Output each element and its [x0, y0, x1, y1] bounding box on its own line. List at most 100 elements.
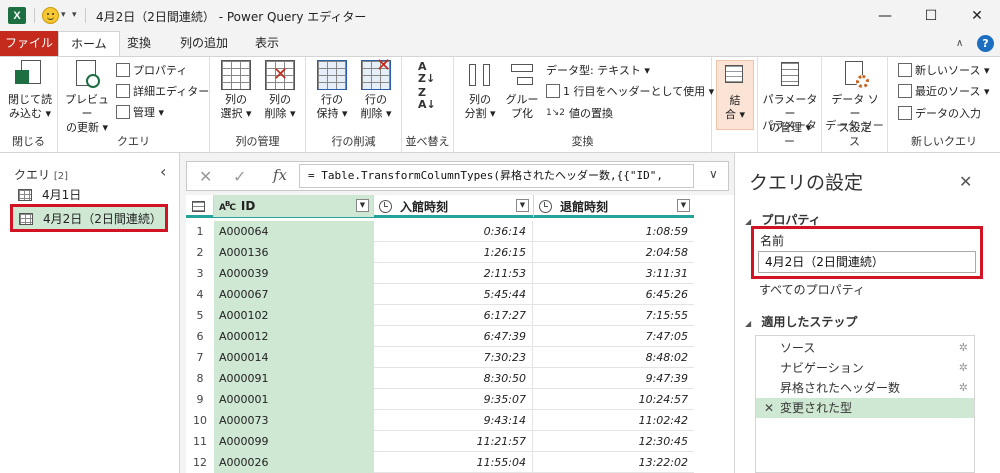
formula-input[interactable]: = Table.TransformColumnTypes(昇格されたヘッダー数,… — [299, 164, 694, 188]
collapse-ribbon-icon[interactable]: ∧ — [956, 38, 963, 49]
cell-exit-time[interactable]: 11:02:42 — [534, 410, 694, 431]
cell-id[interactable]: A000102 — [214, 305, 374, 326]
cell-exit-time[interactable]: 10:24:57 — [534, 389, 694, 410]
table-row[interactable]: 12 A000026 11:55:04 13:22:02 — [186, 452, 694, 473]
table-row[interactable]: 2 A000136 1:26:15 2:04:58 — [186, 242, 694, 263]
table-row[interactable]: 10 A000073 9:43:14 11:02:42 — [186, 410, 694, 431]
cell-entry-time[interactable]: 11:55:04 — [374, 452, 533, 473]
cell-id[interactable]: A000001 — [214, 389, 374, 410]
cell-exit-time[interactable]: 7:47:05 — [534, 326, 694, 347]
applied-steps-section[interactable]: ◢ 適用したステップ — [745, 313, 857, 330]
gear-icon[interactable]: ✲ — [959, 358, 968, 378]
customize-quick-access-icon[interactable]: ▾ — [72, 10, 77, 20]
replace-values-button[interactable]: 1↘2 値の置換 — [546, 104, 613, 122]
cell-id[interactable]: A000064 — [214, 221, 374, 242]
cell-id[interactable]: A000136 — [214, 242, 374, 263]
gear-icon[interactable]: ✲ — [959, 338, 968, 358]
query-name-input[interactable]: 4月2日（2日間連続） — [758, 251, 976, 273]
cell-id[interactable]: A000073 — [214, 410, 374, 431]
manage-button[interactable]: 管理 ▾ — [116, 103, 164, 121]
cancel-formula-icon[interactable]: ✕ — [199, 167, 212, 186]
sort-descending-icon[interactable]: Z A↓ — [418, 87, 436, 111]
cell-id[interactable]: A000014 — [214, 347, 374, 368]
cell-exit-time[interactable]: 12:30:45 — [534, 431, 694, 452]
properties-button[interactable]: プロパティ — [116, 61, 187, 79]
query-item-apr2-selected[interactable]: 4月2日（2日間連続） — [10, 204, 168, 232]
column-header-id[interactable]: ABC ID ▼ — [214, 195, 374, 217]
keep-rows-button[interactable]: 行の 保持 ▾ — [312, 60, 352, 121]
cell-entry-time[interactable]: 8:30:50 — [374, 368, 533, 389]
cell-id[interactable]: A000091 — [214, 368, 374, 389]
delete-step-icon[interactable]: ✕ — [764, 398, 774, 418]
table-row[interactable]: 3 A000039 2:11:53 3:11:31 — [186, 263, 694, 284]
advanced-editor-button[interactable]: 詳細エディター — [116, 82, 209, 100]
close-settings-icon[interactable]: ✕ — [959, 172, 972, 191]
step-navigation[interactable]: ナビゲーション ✲ — [756, 358, 974, 378]
cell-exit-time[interactable]: 8:48:02 — [534, 347, 694, 368]
filter-dropdown-icon[interactable]: ▼ — [356, 199, 369, 212]
filter-dropdown-icon[interactable]: ▼ — [516, 199, 529, 212]
data-type-dropdown[interactable]: データ型: テキスト ▾ — [546, 61, 650, 79]
chevron-down-icon[interactable]: ▾ — [61, 10, 66, 20]
cell-exit-time[interactable]: 7:15:55 — [534, 305, 694, 326]
column-header-entry-time[interactable]: 入館時刻 ▼ — [374, 195, 534, 217]
filter-dropdown-icon[interactable]: ▼ — [677, 199, 690, 212]
table-row[interactable]: 5 A000102 6:17:27 7:15:55 — [186, 305, 694, 326]
step-source[interactable]: ソース ✲ — [756, 338, 974, 358]
refresh-preview-button[interactable]: プレビュー の更新 ▾ — [62, 60, 112, 135]
tab-transform[interactable]: 変換 — [115, 31, 163, 56]
table-row[interactable]: 7 A000014 7:30:23 8:48:02 — [186, 347, 694, 368]
cell-exit-time[interactable]: 1:08:59 — [534, 221, 694, 242]
cell-entry-time[interactable]: 0:36:14 — [374, 221, 533, 242]
table-row[interactable]: 4 A000067 5:45:44 6:45:26 — [186, 284, 694, 305]
maximize-button[interactable]: ☐ — [908, 0, 954, 31]
table-row[interactable]: 8 A000091 8:30:50 9:47:39 — [186, 368, 694, 389]
tab-add-column[interactable]: 列の追加 — [168, 31, 240, 56]
cell-exit-time[interactable]: 6:45:26 — [534, 284, 694, 305]
table-row[interactable]: 9 A000001 9:35:07 10:24:57 — [186, 389, 694, 410]
use-first-row-as-headers-button[interactable]: 1 行目をヘッダーとして使用 ▾ — [546, 82, 714, 100]
cell-id[interactable]: A000099 — [214, 431, 374, 452]
cell-entry-time[interactable]: 7:30:23 — [374, 347, 533, 368]
table-row[interactable]: 11 A000099 11:21:57 12:30:45 — [186, 431, 694, 452]
step-promoted-headers[interactable]: 昇格されたヘッダー数 ✲ — [756, 378, 974, 398]
cell-entry-time[interactable]: 6:47:39 — [374, 326, 533, 347]
cell-exit-time[interactable]: 9:47:39 — [534, 368, 694, 389]
remove-rows-button[interactable]: ✕ 行の 削除 ▾ — [356, 57, 396, 121]
smiley-feedback-icon[interactable] — [42, 7, 59, 24]
query-item-apr1[interactable]: 4月1日 — [18, 186, 81, 203]
expand-formula-icon[interactable]: ∨ — [709, 167, 718, 181]
cell-exit-time[interactable]: 2:04:58 — [534, 242, 694, 263]
cell-exit-time[interactable]: 13:22:02 — [534, 452, 694, 473]
sort-ascending-icon[interactable]: A Z↓ — [418, 61, 435, 85]
confirm-formula-icon[interactable]: ✓ — [233, 167, 246, 186]
collapse-pane-icon[interactable]: ‹ — [160, 162, 166, 181]
combine-button[interactable]: 結 合 ▾ — [716, 60, 754, 130]
grid-scroll-area[interactable] — [694, 195, 734, 473]
close-window-button[interactable]: ✕ — [954, 0, 1000, 31]
cell-entry-time[interactable]: 6:17:27 — [374, 305, 533, 326]
minimize-button[interactable]: — — [862, 0, 908, 31]
cell-exit-time[interactable]: 3:11:31 — [534, 263, 694, 284]
choose-columns-button[interactable]: 列の 選択 ▾ — [216, 60, 256, 121]
close-and-load-button[interactable]: 閉じて読 み込む ▾ — [5, 60, 55, 121]
split-column-button[interactable]: 列の 分割 ▾ — [460, 60, 500, 121]
cell-id[interactable]: A000012 — [214, 326, 374, 347]
fx-icon[interactable]: fx — [273, 166, 287, 184]
cell-entry-time[interactable]: 9:43:14 — [374, 410, 533, 431]
cell-entry-time[interactable]: 5:45:44 — [374, 284, 533, 305]
cell-id[interactable]: A000039 — [214, 263, 374, 284]
group-by-button[interactable]: グルー プ化 — [502, 60, 542, 121]
step-changed-type[interactable]: ✕ 変更された型 — [756, 398, 974, 418]
tab-file[interactable]: ファイル — [0, 31, 58, 56]
cell-id[interactable]: A000026 — [214, 452, 374, 473]
cell-entry-time[interactable]: 1:26:15 — [374, 242, 533, 263]
cell-id[interactable]: A000067 — [214, 284, 374, 305]
gear-icon[interactable]: ✲ — [959, 378, 968, 398]
recent-sources-button[interactable]: 最近のソース ▾ — [898, 82, 989, 100]
table-row[interactable]: 1 A000064 0:36:14 1:08:59 — [186, 221, 694, 242]
table-menu-icon[interactable] — [186, 195, 214, 217]
cell-entry-time[interactable]: 9:35:07 — [374, 389, 533, 410]
help-icon[interactable]: ? — [977, 35, 994, 52]
tab-home[interactable]: ホーム — [58, 31, 120, 57]
